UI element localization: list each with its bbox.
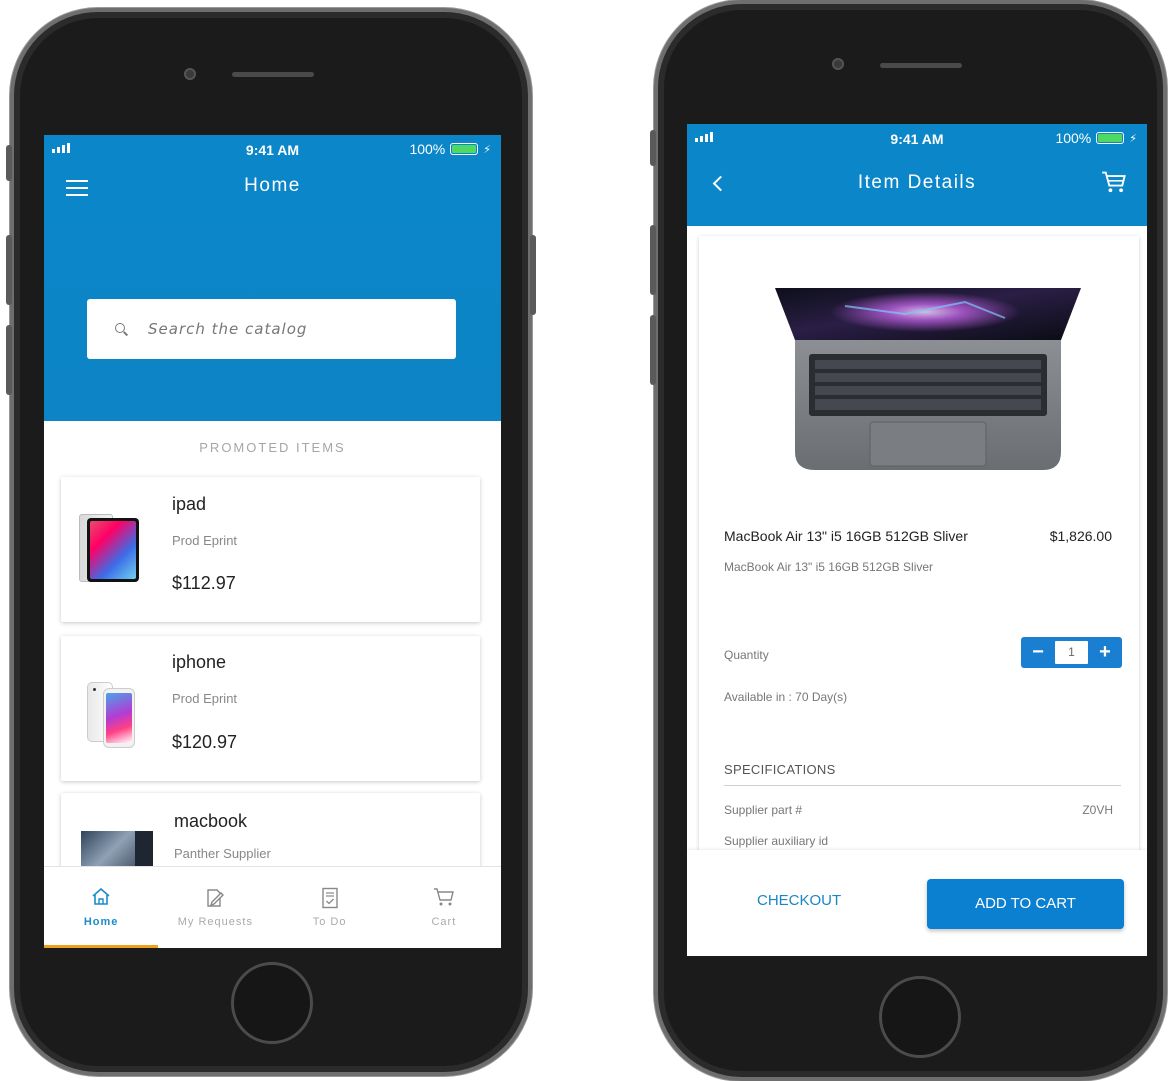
product-name: ipad	[172, 494, 207, 514]
quantity-value[interactable]: 1	[1055, 641, 1088, 664]
volume-down-button	[6, 325, 12, 395]
product-supplier: Panther Supplier	[174, 846, 271, 861]
search-input[interactable]	[148, 320, 408, 338]
product-supplier: Prod Eprint	[172, 691, 238, 706]
tab-to-do[interactable]: To Do	[273, 867, 387, 948]
cart-icon	[433, 888, 454, 906]
front-camera	[184, 68, 196, 80]
charging-icon: ⚡	[1129, 132, 1137, 145]
tab-cart[interactable]: Cart	[387, 867, 501, 948]
mute-switch	[6, 145, 12, 181]
battery-icon	[1096, 132, 1125, 144]
status-bar: 9:41 AM 100% ⚡	[687, 124, 1147, 154]
product-card-ipad[interactable]: ipad Prod Eprint $112.97	[61, 477, 480, 622]
charging-icon: ⚡	[483, 143, 491, 156]
page-title: Home	[244, 175, 301, 196]
home-icon	[92, 887, 110, 905]
volume-down-button	[650, 315, 656, 385]
spec-row: Supplier part # Z0VH	[724, 803, 1113, 817]
home-button[interactable]	[231, 962, 313, 1044]
earpiece-speaker	[880, 63, 962, 68]
item-title: MacBook Air 13" i5 16GB 512GB Sliver	[724, 528, 968, 544]
earpiece-speaker	[232, 72, 314, 77]
spec-row: Supplier auxiliary id	[724, 834, 1113, 848]
home-screen: 9:41 AM 100% ⚡ Home PROMOTED ITEMS ipad …	[44, 135, 501, 948]
availability-text: Available in : 70 Day(s)	[724, 690, 848, 704]
volume-up-button	[6, 235, 12, 305]
battery-percent: 100%	[409, 141, 446, 157]
tab-home[interactable]: Home	[44, 867, 159, 948]
add-to-cart-button[interactable]: ADD TO CART	[927, 879, 1124, 929]
decrement-button[interactable]: −	[1021, 637, 1055, 668]
battery-icon	[450, 143, 479, 155]
quantity-stepper: − 1 +	[1021, 637, 1122, 668]
item-price: $1,826.00	[1049, 528, 1112, 544]
tab-label: Cart	[431, 916, 457, 928]
tab-my-requests[interactable]: My Requests	[158, 867, 272, 948]
spec-label: Supplier part #	[724, 803, 803, 817]
front-camera	[832, 58, 844, 70]
tab-bar: Home My Requests To Do Cart	[44, 866, 501, 948]
cart-icon[interactable]	[1101, 170, 1127, 194]
divider	[724, 785, 1121, 786]
macbook-image	[81, 831, 153, 871]
power-button	[530, 235, 536, 315]
product-name: macbook	[174, 811, 248, 831]
tab-label: My Requests	[177, 916, 253, 928]
specifications-heading: SPECIFICATIONS	[724, 762, 836, 777]
iphone-image	[87, 682, 139, 748]
ipad-image	[79, 514, 141, 584]
increment-button[interactable]: +	[1088, 637, 1122, 668]
volume-up-button	[650, 225, 656, 295]
product-card-iphone[interactable]: iphone Prod Eprint $120.97	[61, 636, 480, 781]
checklist-icon	[321, 887, 338, 909]
item-details-screen: 9:41 AM 100% ⚡ Item Details MacBook Air …	[687, 124, 1147, 956]
spec-label: Supplier auxiliary id	[724, 834, 829, 848]
home-button[interactable]	[879, 976, 961, 1058]
item-subtitle: MacBook Air 13" i5 16GB 512GB Sliver	[724, 560, 934, 574]
product-price: $120.97	[172, 732, 238, 752]
item-detail-card: MacBook Air 13" i5 16GB 512GB Sliver $1,…	[699, 236, 1139, 856]
checkout-button[interactable]: CHECKOUT	[757, 892, 841, 909]
battery-percent: 100%	[1055, 130, 1092, 146]
action-footer: CHECKOUT ADD TO CART	[687, 850, 1147, 956]
promoted-items-label: PROMOTED ITEMS	[199, 440, 346, 455]
status-bar: 9:41 AM 100% ⚡	[44, 135, 501, 165]
search-box[interactable]	[87, 299, 456, 359]
page-title: Item Details	[857, 172, 977, 193]
product-name: iphone	[172, 652, 227, 672]
tab-label: Home	[83, 916, 119, 928]
search-icon	[115, 322, 128, 336]
spec-value: Z0VH	[1082, 803, 1113, 817]
product-supplier: Prod Eprint	[172, 533, 238, 548]
product-image	[775, 288, 1081, 470]
quantity-label: Quantity	[724, 648, 769, 662]
tab-label: To Do	[312, 916, 347, 928]
edit-document-icon	[207, 889, 225, 907]
product-price: $112.97	[172, 573, 236, 593]
mute-switch	[650, 130, 656, 166]
